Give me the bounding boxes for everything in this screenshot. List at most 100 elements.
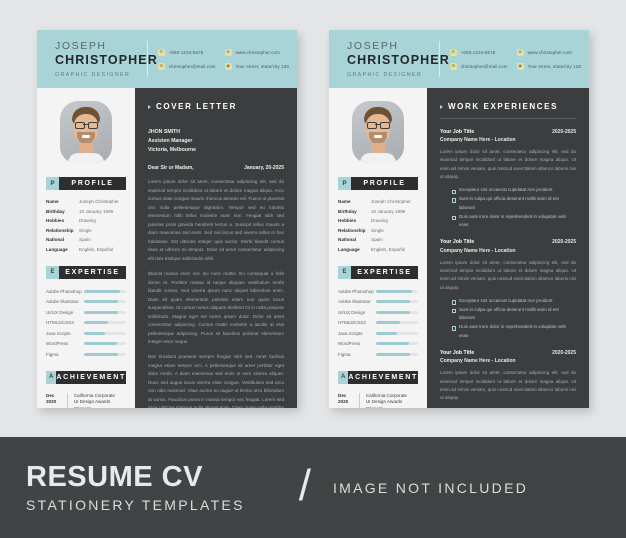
skill-fill <box>84 310 118 314</box>
job-entry: Your Job Title 2020-2025 Company Name He… <box>440 239 576 341</box>
contact-list: ✆ +060-1234-5678 ⊕ www.christopher.com ✉… <box>449 48 589 70</box>
job-title: Your Job Title <box>440 239 475 246</box>
skill-track <box>376 331 418 335</box>
page-header-right: JOSEPH CHRISTOPHER GRAPHIC DESIGNER ✆ +0… <box>329 30 589 88</box>
skill-name: Adobe Illustrator <box>46 299 79 304</box>
achievement-divider <box>359 392 360 408</box>
job-bullet: Excepteur sint occaecat cupidatat non pr… <box>452 186 576 195</box>
expertise-list: Adobe Photoshop Adobe Illustrator UI/UX … <box>338 289 418 357</box>
achievement-org: California Corporate <box>365 392 407 398</box>
skill-fill <box>84 289 121 293</box>
achievement-title: ACHIEVEMENT <box>348 370 418 384</box>
name-block: JOSEPH CHRISTOPHER GRAPHIC DESIGNER <box>347 40 449 78</box>
skill-track <box>376 310 418 314</box>
contact-email-text: christopher@mail.com <box>168 63 216 69</box>
job-entry: Your Job Title 2020-2025 Company Name He… <box>440 129 576 231</box>
skill-fill <box>84 321 108 324</box>
section-header-expertise: E EXPERTISE <box>46 265 126 279</box>
skill-name: HTML5/CSS3 <box>46 320 74 325</box>
section-header-cover-letter: COVER LETTER <box>148 102 284 111</box>
skill-track <box>84 300 126 303</box>
profile-row: Hobbies Drawing <box>338 218 418 223</box>
contact-item-website[interactable]: ⊕ www.christopher.com <box>224 48 289 56</box>
name-block: JOSEPH CHRISTOPHER GRAPHIC DESIGNER <box>55 40 157 78</box>
profile-badge-letter: P <box>338 177 351 190</box>
photo-mouth <box>82 135 90 138</box>
profile-key: Name <box>338 199 351 204</box>
skill-name: Adobe Illustrator <box>338 299 371 304</box>
skill-fill <box>376 342 409 345</box>
avatar <box>352 101 404 163</box>
profile-value: Drawing <box>79 218 96 223</box>
contact-address-text: Your street, state/city 128 <box>527 63 581 69</box>
skill-track <box>84 289 126 293</box>
skill-name: UI/UX Design <box>338 309 366 315</box>
mail-icon: ✉ <box>157 62 165 70</box>
achievement-date-month: Dec <box>338 392 347 398</box>
glasses-bridge-icon <box>83 124 88 125</box>
achievement-title: ACHIEVEMENT <box>56 370 126 384</box>
resume-template-preview: JOSEPH CHRISTOPHER GRAPHIC DESIGNER ✆ +0… <box>0 0 626 538</box>
job-company: Company Name Here - Location <box>440 358 516 365</box>
skill-row: Adobe Photoshop <box>338 289 418 294</box>
achievement-entry: Dec 2020 California Corporate UI Design … <box>46 392 126 409</box>
profile-key: National <box>46 237 65 242</box>
contact-item-phone[interactable]: ✆ +060-1234-5678 <box>157 48 216 56</box>
sidebar-left: P PROFILE Name Joseph Christopher Birthd… <box>37 88 135 408</box>
contact-email-text: christopher@mail.com <box>460 63 508 69</box>
profile-table: Name Joseph Christopher Birthday 10 Janu… <box>46 199 126 252</box>
banner-title: RESUME CV <box>26 460 203 493</box>
achievement-detail: California Corporate UI Design Awards Wi… <box>74 393 126 409</box>
achievement-entry: Dec 2020 California Corporate UI Design … <box>338 392 418 409</box>
profile-key: Relationship <box>338 227 366 233</box>
skill-fill <box>84 342 117 345</box>
contact-item-phone[interactable]: ✆ +060-1234-5678 <box>449 48 508 56</box>
banner-subtitle: STATIONERY TEMPLATES <box>26 497 245 514</box>
triangle-bullet-icon <box>440 104 443 109</box>
section-header-achievement: A ACHIEVEMENT <box>46 370 126 384</box>
skill-track <box>84 342 126 345</box>
skill-fill <box>376 289 413 293</box>
expertise-badge-letter: E <box>338 265 351 279</box>
profile-row: Relationship Single <box>46 228 126 233</box>
letter-paragraph: Nec tincidunt praesent semper feugiat ni… <box>148 354 284 408</box>
contact-phone-text: +060-1234-5678 <box>460 49 496 55</box>
contact-item-address[interactable]: ◉ Your street, state/city 128 <box>224 62 289 70</box>
banner-left: RESUME CV STATIONERY TEMPLATES <box>0 460 245 514</box>
profile-key: Language <box>46 246 68 252</box>
letter-salutation: Dear Sir or Madam, <box>148 165 194 172</box>
resume-page-cover-letter[interactable]: JOSEPH CHRISTOPHER GRAPHIC DESIGNER ✆ +0… <box>37 30 297 408</box>
achievement-detail: California Corporate UI Design Awards Wi… <box>366 393 418 409</box>
first-name: JOSEPH <box>55 40 107 53</box>
profile-photo <box>352 101 404 163</box>
contact-item-address[interactable]: ◉ Your street, state/city 128 <box>516 62 581 70</box>
achievement-date-month: Dec <box>46 392 55 398</box>
skill-track <box>84 321 126 324</box>
work-experience-section: WORK EXPERIENCES Your Job Title 2020-202… <box>427 88 589 408</box>
resume-page-experience[interactable]: JOSEPH CHRISTOPHER GRAPHIC DESIGNER ✆ +0… <box>329 30 589 408</box>
profile-value: Joseph Christopher <box>79 199 119 204</box>
page-header-left: JOSEPH CHRISTOPHER GRAPHIC DESIGNER ✆ +0… <box>37 30 297 88</box>
photo-shirt <box>360 153 396 163</box>
job-bullets: Excepteur sint occaecat cupidatat non pr… <box>452 186 576 230</box>
skill-name: WordPress <box>46 341 69 346</box>
letter-salutation-row: Dear Sir or Madam, January, 20-2025 <box>148 165 284 171</box>
profile-value: English, Español <box>79 246 114 252</box>
profile-key: Language <box>338 246 360 252</box>
skill-name: HTML5/CSS3 <box>338 320 366 325</box>
skill-name: Adobe Photoshop <box>46 288 82 294</box>
contact-item-website[interactable]: ⊕ www.christopher.com <box>516 48 581 56</box>
job-bullet: Sunt in culpa qui officia deserunt molli… <box>452 195 576 213</box>
contact-item-email[interactable]: ✉ christopher@mail.com <box>449 62 508 70</box>
skill-fill <box>84 352 118 356</box>
contact-item-email[interactable]: ✉ christopher@mail.com <box>157 62 216 70</box>
recipient-location: Victoria, Melbourne <box>148 147 197 154</box>
expertise-list: Adobe Photoshop Adobe Illustrator UI/UX … <box>46 289 126 357</box>
profile-key: Birthday <box>338 208 357 214</box>
profile-value: Spain <box>371 237 383 242</box>
profile-key: National <box>338 237 357 242</box>
profile-value: Spain <box>79 237 91 242</box>
job-bullet: Sunt in culpa qui officia deserunt molli… <box>452 306 576 324</box>
profile-value: English, Español <box>371 246 406 252</box>
job-bullet: Duis aute irure dolor in reprehenderit i… <box>452 213 576 231</box>
